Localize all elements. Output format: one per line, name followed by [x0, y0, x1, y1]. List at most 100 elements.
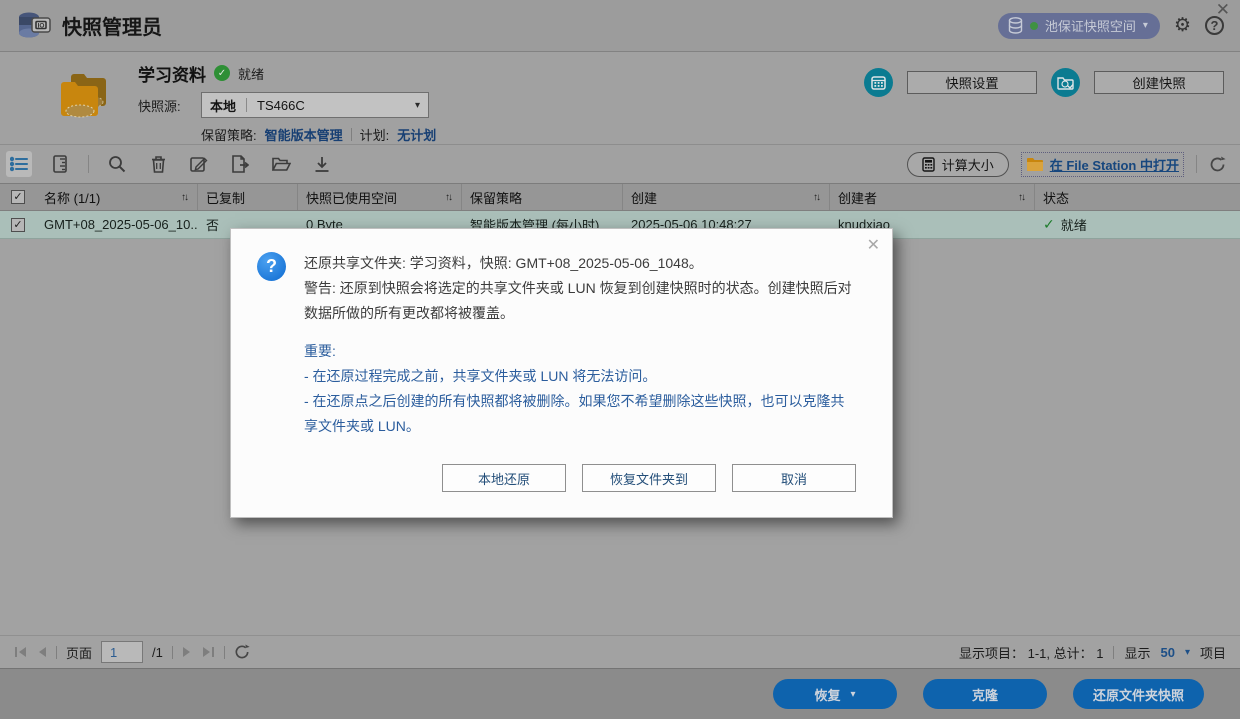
download-icon[interactable]: [309, 151, 335, 177]
column-label: 保留策略: [470, 188, 522, 207]
open-in-file-station[interactable]: 在 File Station 中打开: [1021, 152, 1184, 177]
list-view-button[interactable]: [6, 151, 32, 177]
status-text: 就绪: [1061, 215, 1087, 234]
window-close-icon[interactable]: ✕: [1216, 0, 1230, 20]
retention-policy-link[interactable]: 智能版本管理: [265, 125, 343, 144]
column-header-created[interactable]: 创建 ↑↓: [623, 184, 830, 210]
question-icon: ?: [257, 252, 286, 281]
check-icon: ✓: [1043, 216, 1055, 233]
status-ready-icon: ✓: [214, 65, 230, 81]
timeline-view-button[interactable]: [47, 151, 73, 177]
chevron-down-icon[interactable]: ▾: [1185, 647, 1190, 658]
page-number-input[interactable]: [101, 641, 143, 663]
revert-button[interactable]: 恢复 ▾: [773, 679, 897, 709]
pool-snapshot-space-button[interactable]: 池保证快照空间 ▾: [998, 13, 1160, 39]
schedule-link[interactable]: 无计划: [397, 125, 436, 144]
column-label: 创建者: [838, 188, 877, 207]
sort-icon[interactable]: ↑↓: [813, 192, 821, 203]
titlebar-actions: 池保证快照空间 ▾ ⚙ ?: [998, 13, 1224, 39]
revert-label: 恢复: [814, 685, 840, 704]
gear-icon[interactable]: ⚙: [1174, 16, 1191, 35]
bottom-action-bar: 恢复 ▾ 克隆 还原文件夹快照: [0, 668, 1240, 719]
header-actions: 快照设置 创建快照: [864, 60, 1224, 97]
cancel-button[interactable]: 取消: [732, 464, 856, 492]
divider: [351, 128, 352, 141]
important-point-2: - 在还原点之后创建的所有快照都将被删除。如果您不希望删除这些快照，也可以克隆共…: [304, 389, 856, 439]
column-header-policy[interactable]: 保留策略: [462, 184, 623, 210]
page-title: 快照管理员: [62, 11, 162, 40]
important-title: 重要:: [304, 339, 856, 364]
search-icon[interactable]: [104, 151, 130, 177]
table-header: ✓ 名称 (1/1) ↑↓ 已复制 快照已使用空间 ↑↓ 保留策略 创建 ↑↓ …: [0, 183, 1240, 211]
next-page-icon[interactable]: [182, 646, 192, 658]
open-folder-button[interactable]: [268, 151, 294, 177]
sort-icon[interactable]: ↑↓: [181, 192, 189, 203]
divider: [56, 646, 57, 659]
restore-folder-to-button[interactable]: 恢复文件夹到: [582, 464, 716, 492]
column-label: 状态: [1043, 188, 1069, 207]
take-snapshot-button[interactable]: 创建快照: [1094, 71, 1224, 94]
column-label: 创建: [631, 188, 657, 207]
column-header-copied[interactable]: 已复制: [198, 184, 298, 210]
source-scope: 本地: [210, 96, 236, 115]
select-all-checkbox[interactable]: ✓: [11, 190, 25, 204]
svg-text:IO: IO: [38, 22, 45, 29]
calculate-size-label: 计算大小: [942, 155, 994, 174]
revert-confirm-dialog: ✕ ? 还原共享文件夹: 学习资料，快照: GMT+08_2025-05-06_…: [230, 228, 893, 518]
file-station-folder-icon: [1026, 157, 1044, 172]
divider: [224, 646, 225, 659]
snapshot-source-label: 快照源:: [138, 96, 201, 115]
snapshot-settings-button[interactable]: 快照设置: [907, 71, 1037, 94]
column-header-status[interactable]: 状态: [1035, 184, 1240, 210]
pool-status-dot: [1030, 22, 1038, 30]
schedule-label: 计划:: [360, 125, 390, 144]
pager-summary: 显示项目： 1-1, 总计： 1 显示 50 ▾ 项目: [959, 643, 1226, 662]
column-label: 快照已使用空间: [306, 188, 397, 207]
refresh-icon[interactable]: [1209, 156, 1226, 173]
sort-icon[interactable]: ↑↓: [445, 192, 453, 203]
folder-name: 学习资料: [138, 61, 206, 86]
pool-pill-label: 池保证快照空间: [1045, 16, 1136, 35]
prev-page-icon[interactable]: [37, 646, 47, 658]
divider: [1113, 646, 1114, 659]
snapshot-schedule-button[interactable]: [864, 68, 893, 97]
local-revert-button[interactable]: 本地还原: [442, 464, 566, 492]
column-label: 已复制: [206, 188, 245, 207]
column-header-used-space[interactable]: 快照已使用空间 ↑↓: [298, 184, 462, 210]
edit-snapshot-button[interactable]: [186, 151, 212, 177]
calculate-size-button[interactable]: 计算大小: [907, 152, 1009, 177]
column-header-creator[interactable]: 创建者 ↑↓: [830, 184, 1035, 210]
refresh-icon[interactable]: [234, 644, 250, 660]
dialog-important-block: 重要: - 在还原过程完成之前，共享文件夹或 LUN 将无法访问。 - 在还原点…: [304, 339, 856, 439]
divider: [246, 98, 247, 112]
chevron-down-icon: ▾: [1143, 20, 1148, 31]
select-all-checkbox-cell: ✓: [0, 184, 36, 210]
dialog-message: 还原共享文件夹: 学习资料，快照: GMT+08_2025-05-06_1048…: [304, 251, 856, 439]
page-size-select[interactable]: 50: [1160, 645, 1174, 660]
last-page-icon[interactable]: [201, 646, 215, 658]
column-label: 名称 (1/1): [44, 188, 100, 207]
toolbar-right: 计算大小 在 File Station 中打开: [907, 152, 1226, 177]
restore-folder-snapshot-button[interactable]: 还原文件夹快照: [1073, 679, 1204, 709]
sort-icon[interactable]: ↑↓: [1018, 192, 1026, 203]
divider: [1196, 155, 1197, 173]
status-cell: ✓ 就绪: [1035, 211, 1240, 238]
row-checkbox-cell: ✓: [0, 211, 36, 238]
export-snapshot-button[interactable]: [227, 151, 253, 177]
dialog-close-icon[interactable]: ✕: [867, 235, 880, 255]
dialog-warning-line: 警告: 还原到快照会将选定的共享文件夹或 LUN 恢复到创建快照时的状态。创建快…: [304, 276, 856, 326]
snapshot-toolbar: 计算大小 在 File Station 中打开: [0, 145, 1240, 183]
folder-status-text: 就绪: [238, 64, 264, 83]
items-label: 项目: [1200, 643, 1226, 662]
clone-button[interactable]: 克隆: [923, 679, 1047, 709]
take-snapshot-circle-button[interactable]: [1051, 68, 1080, 97]
file-station-link[interactable]: 在 File Station 中打开: [1050, 155, 1179, 174]
snapshot-source-select[interactable]: 本地 TS466C ▾: [201, 92, 429, 118]
database-icon: [1008, 17, 1023, 34]
delete-snapshot-button[interactable]: [145, 151, 171, 177]
column-header-name[interactable]: 名称 (1/1) ↑↓: [36, 184, 198, 210]
snapshot-name-cell: GMT+08_2025-05-06_10...: [36, 211, 198, 238]
first-page-icon[interactable]: [14, 646, 28, 658]
calculator-icon: [922, 157, 935, 172]
row-checkbox[interactable]: ✓: [11, 218, 25, 232]
